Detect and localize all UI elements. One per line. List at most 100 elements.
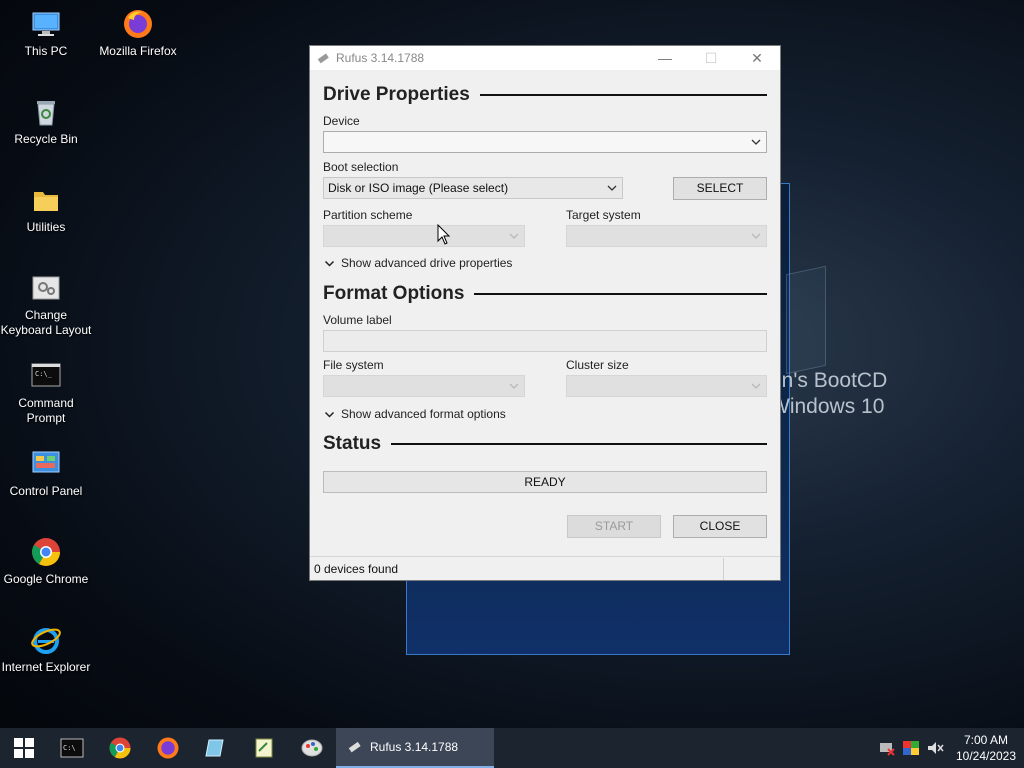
desktop-icon-command-prompt[interactable]: C:\_ Command Prompt [0, 360, 92, 426]
desktop-icon-label: Recycle Bin [14, 132, 78, 146]
chevron-down-icon [751, 383, 761, 389]
devices-found-text: 0 devices found [314, 561, 399, 576]
drive-properties-heading: Drive Properties [323, 84, 767, 106]
folder-icon [34, 192, 58, 211]
select-button[interactable]: SELECT [673, 177, 767, 200]
paint-icon [301, 739, 323, 757]
boot-selection-label: Boot selection [323, 160, 399, 174]
status-footer: 0 devices found [310, 556, 780, 580]
file-system-label: File system [323, 358, 384, 372]
system-tray: 7:00 AM 10/24/2023 [878, 728, 1024, 768]
close-button[interactable]: CLOSE [673, 515, 767, 538]
volume-label-input[interactable] [323, 330, 767, 352]
svg-text:C:\: C:\ [63, 744, 76, 752]
clock-time: 7:00 AM [963, 733, 1009, 747]
window-title: Rufus 3.14.1788 [336, 51, 425, 65]
partition-scheme-label: Partition scheme [323, 208, 413, 222]
boot-selection-dropdown[interactable]: Disk or ISO image (Please select) [323, 177, 623, 199]
mouse-cursor-icon [437, 224, 451, 245]
taskbar-task-label: Rufus 3.14.1788 [370, 740, 459, 754]
network-disconnected-icon[interactable] [878, 740, 896, 756]
chevron-down-icon [324, 411, 335, 418]
progress-bar: READY [323, 471, 767, 493]
chevron-down-icon [509, 233, 519, 239]
desktop-icon-label: Command Prompt [18, 396, 74, 425]
firefox-icon [124, 10, 152, 38]
device-dropdown[interactable] [323, 131, 767, 153]
windows-logo-icon [14, 738, 34, 758]
volume-label-label: Volume label [323, 313, 392, 327]
cluster-size-dropdown[interactable] [566, 375, 767, 397]
taskbar-chrome[interactable] [96, 728, 144, 768]
text-editor-icon [255, 738, 273, 758]
desktop-icon-firefox[interactable]: Mozilla Firefox [92, 8, 184, 59]
file-system-dropdown[interactable] [323, 375, 525, 397]
boot-selection-value: Disk or ISO image (Please select) [328, 181, 509, 195]
desktop-icon-control-panel[interactable]: Control Panel [0, 448, 92, 499]
desktop-icon-utilities[interactable]: Utilities [0, 184, 92, 235]
chrome-icon [32, 538, 60, 566]
chevron-down-icon [509, 383, 519, 389]
device-label: Device [323, 114, 360, 128]
desktop-icon-label: Change Keyboard Layout [0, 308, 92, 337]
chrome-icon [109, 737, 131, 759]
desktop-icon-label: This PC [24, 44, 68, 58]
svg-text:C:\_: C:\_ [35, 370, 53, 378]
section-title: Format Options [323, 283, 465, 304]
control-panel-icon [32, 451, 60, 473]
taskbar: C:\ Rufus 3.14.1788 7:00 AM 10/24/2023 [0, 728, 1024, 768]
status-heading: Status [323, 433, 767, 455]
clock[interactable]: 7:00 AM 10/24/2023 [948, 732, 1024, 764]
advanced-format-toggle[interactable]: Show advanced format options [324, 407, 506, 421]
recycle-bin-icon [37, 101, 55, 126]
notepad-icon [205, 739, 224, 757]
format-options-heading: Format Options [323, 283, 767, 305]
footer-divider [723, 557, 724, 580]
section-divider [391, 443, 767, 445]
title-bar[interactable]: Rufus 3.14.1788 — ☐ ✕ [310, 46, 780, 70]
cluster-size-label: Cluster size [566, 358, 629, 372]
chevron-down-icon [607, 185, 617, 191]
desktop-icon-label: Mozilla Firefox [99, 44, 177, 58]
computer-icon [32, 12, 60, 36]
display-color-icon[interactable] [902, 740, 920, 756]
desktop-icon-label: Control Panel [9, 484, 83, 498]
taskbar-editor[interactable] [240, 728, 288, 768]
chevron-down-icon [751, 233, 761, 239]
advanced-format-label: Show advanced format options [341, 407, 506, 421]
minimize-button[interactable]: — [642, 46, 688, 70]
desktop-icon-keyboard-layout[interactable]: Change Keyboard Layout [0, 272, 92, 338]
terminal-icon: C:\ [60, 738, 84, 758]
desktop-icon-recycle-bin[interactable]: Recycle Bin [0, 96, 92, 147]
start-button-windows[interactable] [0, 728, 48, 768]
taskbar-command-prompt[interactable]: C:\ [48, 728, 96, 768]
close-window-button[interactable]: ✕ [734, 46, 780, 70]
section-title: Status [323, 433, 382, 454]
section-divider [479, 94, 767, 96]
taskbar-firefox[interactable] [144, 728, 192, 768]
usb-drive-icon [348, 741, 361, 753]
desktop-icon-this-pc[interactable]: This PC [0, 8, 92, 59]
advanced-drive-label: Show advanced drive properties [341, 256, 513, 270]
desktop-icon-internet-explorer[interactable]: Internet Explorer [0, 624, 92, 675]
maximize-button[interactable]: ☐ [688, 46, 734, 70]
desktop-icon-label: Utilities [26, 220, 66, 234]
keyboard-settings-icon [32, 276, 60, 300]
target-system-dropdown[interactable] [566, 225, 767, 247]
wallpaper-logo [786, 265, 826, 375]
advanced-drive-toggle[interactable]: Show advanced drive properties [324, 256, 512, 270]
wallpaper-text: en's BootCD Windows 10 [770, 369, 888, 418]
rufus-window: Rufus 3.14.1788 — ☐ ✕ Drive Properties D… [309, 45, 781, 581]
taskbar-rufus-task[interactable]: Rufus 3.14.1788 [336, 728, 494, 768]
terminal-icon: C:\_ [31, 363, 61, 387]
volume-muted-icon[interactable] [926, 740, 944, 756]
desktop-icon-chrome[interactable]: Google Chrome [0, 536, 92, 587]
taskbar-notepad[interactable] [192, 728, 240, 768]
section-title: Drive Properties [323, 84, 470, 105]
clock-date: 10/24/2023 [955, 749, 1017, 763]
taskbar-paint[interactable] [288, 728, 336, 768]
start-button[interactable]: START [567, 515, 661, 538]
partition-scheme-dropdown[interactable] [323, 225, 525, 247]
desktop-icon-label: Internet Explorer [1, 660, 91, 674]
firefox-icon [157, 737, 179, 759]
